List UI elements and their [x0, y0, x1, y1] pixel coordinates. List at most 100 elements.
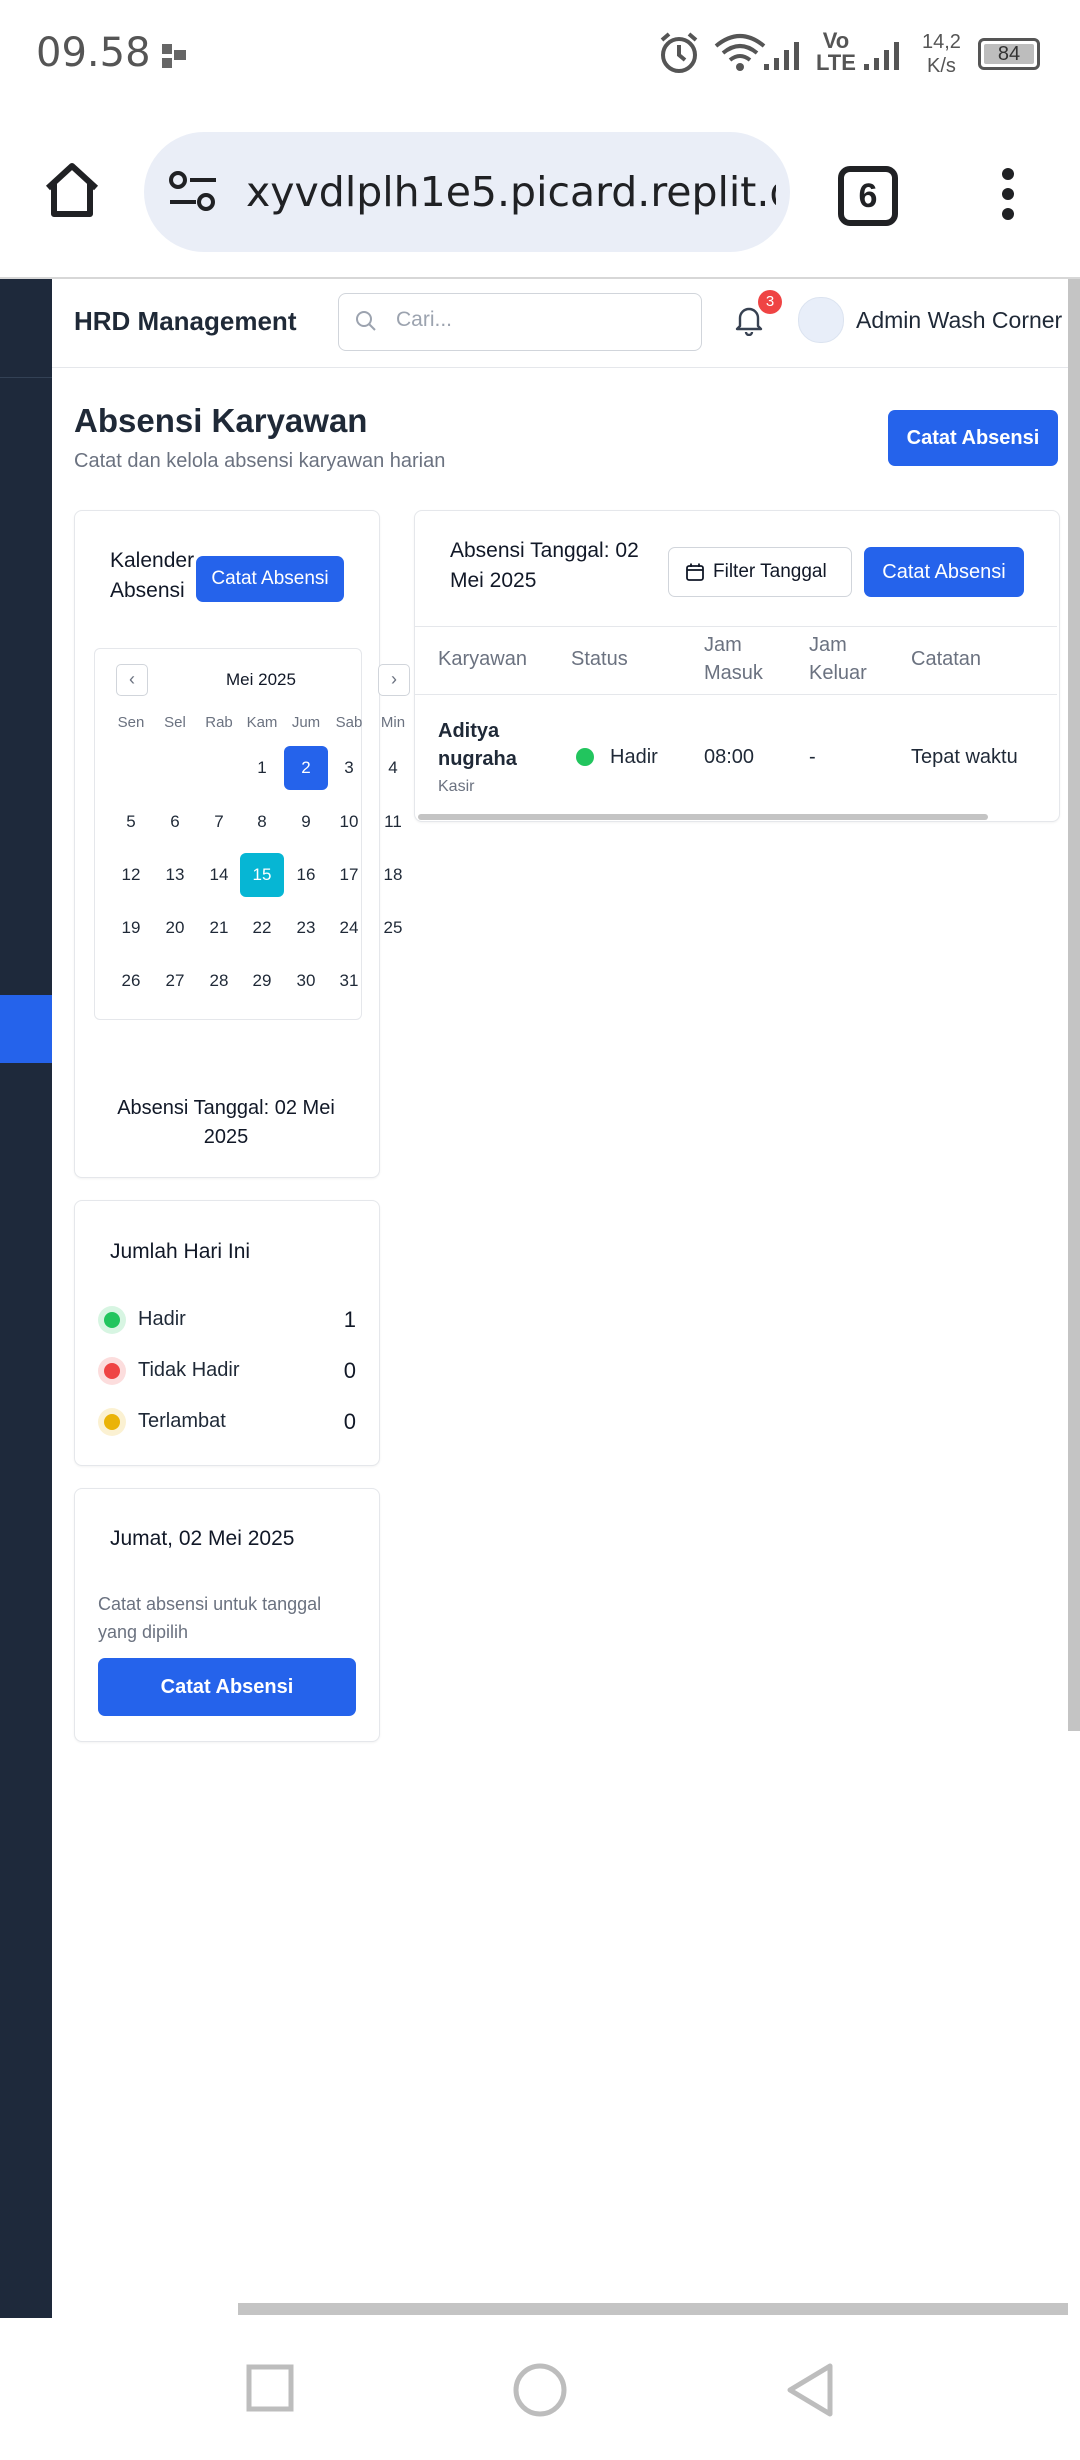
calendar-day[interactable]: 5 — [109, 800, 153, 844]
calendar-day[interactable]: 7 — [197, 800, 241, 844]
calendar-day[interactable]: 4 — [371, 746, 415, 790]
status-text: Hadir — [610, 746, 658, 768]
notification-badge: 3 — [758, 290, 782, 314]
calendar-day[interactable]: 17 — [327, 853, 371, 897]
summary-dot — [104, 1363, 120, 1379]
home-nav-icon[interactable] — [512, 2362, 568, 2423]
battery-icon: 84 — [978, 38, 1040, 70]
calendar-day[interactable]: 30 — [284, 959, 328, 1003]
weekday-label: Sab — [335, 714, 363, 731]
network-speed: 14,2 K/s — [922, 31, 961, 77]
calendar-day[interactable]: 20 — [153, 906, 197, 950]
calendar-day[interactable]: 8 — [240, 800, 284, 844]
col-header-status: Status — [571, 648, 628, 670]
search-input[interactable] — [338, 293, 702, 351]
user-name[interactable]: Admin Wash Corner — [856, 307, 1062, 334]
weekday-label: Kam — [246, 714, 278, 731]
weekday-label: Rab — [205, 714, 233, 731]
calendar-day[interactable]: 11 — [371, 800, 415, 844]
alarm-icon — [656, 30, 702, 81]
summary-label: Hadir — [138, 1308, 186, 1330]
calendar-day[interactable]: 31 — [327, 959, 371, 1003]
search-placeholder: Cari... — [396, 308, 453, 331]
date-card-record-button[interactable]: Catat Absensi — [98, 1658, 356, 1716]
battery-level: 84 — [997, 43, 1021, 65]
attendance-card-title: Absensi Tanggal: 02 Mei 2025 — [450, 539, 639, 592]
home-icon[interactable] — [42, 160, 102, 225]
summary-title: Jumlah Hari Ini — [110, 1240, 251, 1263]
signal-icon-2 — [862, 40, 908, 77]
table-record-button[interactable]: Catat Absensi — [864, 547, 1024, 597]
date-card-title: Jumat, 02 Mei 2025 — [110, 1527, 295, 1550]
summary-dot — [104, 1312, 120, 1328]
vertical-scrollbar[interactable] — [1068, 279, 1080, 1731]
site-settings-icon[interactable] — [168, 170, 218, 219]
app-notification-icon — [160, 42, 188, 75]
calendar-icon — [685, 562, 705, 587]
calendar-day[interactable]: 9 — [284, 800, 328, 844]
horizontal-scrollbar[interactable] — [238, 2303, 1068, 2315]
summary-dot — [104, 1414, 120, 1430]
prev-month-button[interactable]: ‹ — [116, 664, 148, 696]
calendar-record-button[interactable]: Catat Absensi — [196, 556, 344, 602]
calendar-day[interactable]: 22 — [240, 906, 284, 950]
calendar-day[interactable]: 12 — [109, 853, 153, 897]
calendar-day[interactable]: 26 — [109, 959, 153, 1003]
status-time: 09.58 — [36, 30, 151, 76]
summary-value: 1 — [343, 1307, 356, 1332]
calendar-day[interactable]: 3 — [327, 746, 371, 790]
calendar-day[interactable]: 23 — [284, 906, 328, 950]
calendar-day[interactable]: 19 — [109, 906, 153, 950]
calendar-day[interactable]: 1 — [240, 746, 284, 790]
col-header-employee: Karyawan — [438, 648, 527, 670]
summary-value: 0 — [343, 1358, 356, 1383]
weekday-label: Sel — [164, 714, 186, 731]
calendar-day[interactable]: 14 — [197, 853, 241, 897]
tab-switcher-button[interactable]: 6 — [838, 166, 898, 226]
calendar-day[interactable]: 24 — [327, 906, 371, 950]
sidebar-item-active[interactable] — [0, 995, 52, 1063]
calendar-day[interactable]: 21 — [197, 906, 241, 950]
recents-icon[interactable] — [246, 2364, 294, 2417]
notes: Tepat waktu — [911, 746, 1018, 768]
table-horizontal-scrollbar[interactable] — [418, 814, 988, 820]
browser-menu-icon[interactable] — [998, 166, 1018, 227]
bell-icon[interactable] — [734, 304, 764, 341]
summary-label: Terlambat — [138, 1410, 226, 1432]
calendar-day[interactable]: 29 — [240, 959, 284, 1003]
filter-date-button[interactable]: Filter Tanggal — [668, 547, 852, 597]
employee-name: Aditya nugraha — [438, 720, 517, 770]
col-header-time-in: Jam Masuk — [704, 634, 763, 684]
calendar-day[interactable]: 28 — [197, 959, 241, 1003]
next-month-button[interactable]: › — [378, 664, 410, 696]
page-title: Absensi Karyawan — [74, 402, 368, 439]
weekday-label: Min — [380, 714, 406, 731]
time-in: 08:00 — [704, 746, 755, 768]
url-text[interactable]: xyvdlplh1e5.picard.replit.dev — [246, 168, 776, 216]
calendar-card-title: Kalender Absensi — [110, 549, 195, 602]
sidebar-divider — [0, 377, 52, 378]
table-header-divider-bottom — [415, 694, 1057, 695]
calendar-day[interactable]: 15 — [240, 853, 284, 897]
page-subtitle: Catat dan kelola absensi karyawan harian — [74, 450, 446, 472]
employee-role: Kasir — [438, 778, 475, 795]
back-icon[interactable] — [784, 2362, 836, 2423]
weekday-label: Sen — [117, 714, 145, 731]
sidebar — [0, 279, 52, 2319]
lte-indicator: Vo LTE — [816, 28, 856, 75]
calendar-day[interactable]: 25 — [371, 906, 415, 950]
record-attendance-button[interactable]: Catat Absensi — [888, 410, 1058, 466]
status-dot — [576, 748, 594, 766]
calendar-day[interactable]: 6 — [153, 800, 197, 844]
weekday-label: Jum — [291, 714, 321, 731]
col-header-time-out: Jam Keluar — [809, 634, 867, 684]
calendar-day[interactable]: 13 — [153, 853, 197, 897]
calendar-day[interactable]: 18 — [371, 853, 415, 897]
avatar[interactable] — [798, 297, 844, 343]
calendar-day[interactable]: 27 — [153, 959, 197, 1003]
brand-title: HRD Management — [74, 306, 297, 336]
calendar-day[interactable]: 16 — [284, 853, 328, 897]
calendar-day[interactable]: 10 — [327, 800, 371, 844]
calendar-day[interactable]: 2 — [284, 746, 328, 790]
summary-value: 0 — [343, 1409, 356, 1434]
